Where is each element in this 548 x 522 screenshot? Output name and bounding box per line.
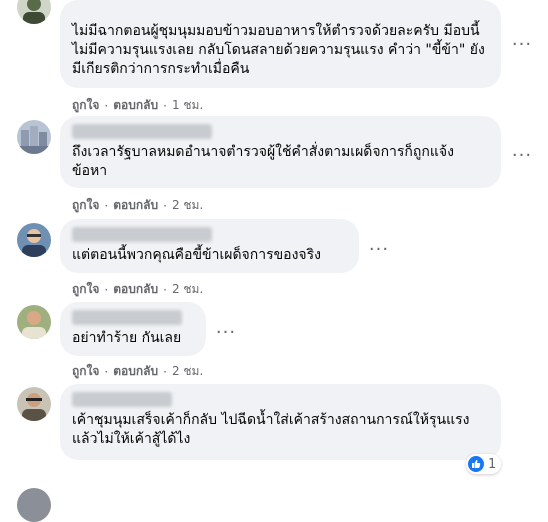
comment-text: อย่าทำร้าย กันเลย (72, 330, 182, 346)
separator-dot: · (163, 282, 167, 297)
like-link[interactable]: ถูกใจ (72, 96, 99, 115)
more-options-icon[interactable]: ··· (212, 318, 240, 346)
avatar[interactable] (17, 223, 51, 257)
separator-dot: · (163, 198, 167, 213)
comment-text: แต่ตอนนี้พวกคุณคือขี้ข้าเผด็จการของจริง (72, 247, 321, 263)
more-options-icon[interactable]: ··· (365, 235, 393, 263)
comment-bubble: เค้าชุมนุมเสร็จเค้าก็กลับ ไปฉีดน้ำใส่เค้… (60, 384, 501, 460)
comment-actions: ถูกใจ · ตอบกลับ · 2 ชม. (72, 362, 203, 381)
comment-text: เค้าชุมนุมเสร็จเค้าก็กลับ ไปฉีดน้ำใส่เค้… (72, 412, 470, 447)
reply-link[interactable]: ตอบกลับ (113, 196, 158, 215)
like-link[interactable]: ถูกใจ (72, 362, 99, 381)
more-options-icon[interactable]: ··· (508, 141, 536, 169)
separator-dot: · (104, 198, 109, 213)
comment-bubble: แต่ตอนนี้พวกคุณคือขี้ข้าเผด็จการของจริง (60, 219, 359, 273)
blurred-author-name[interactable] (72, 392, 172, 407)
avatar[interactable] (17, 120, 51, 154)
like-reaction-icon (468, 456, 484, 472)
reaction-summary[interactable]: 1 (466, 454, 502, 474)
like-link[interactable]: ถูกใจ (72, 280, 99, 299)
timestamp[interactable]: 2 ชม. (172, 280, 203, 299)
like-link[interactable]: ถูกใจ (72, 196, 99, 215)
reply-link[interactable]: ตอบกลับ (113, 96, 158, 115)
separator-dot: · (104, 282, 109, 297)
comment-text: ถึงเวลารัฐบาลหมดอำนาจตำรวจผู้ใช้คำสั่งตา… (72, 144, 454, 179)
more-options-icon[interactable]: ··· (508, 30, 536, 58)
comment-actions: ถูกใจ · ตอบกลับ · 2 ชม. (72, 196, 203, 215)
reply-link[interactable]: ตอบกลับ (113, 362, 158, 381)
comment-actions: ถูกใจ · ตอบกลับ · 2 ชม. (72, 280, 203, 299)
blurred-author-name[interactable] (72, 310, 182, 325)
timestamp[interactable]: 2 ชม. (172, 362, 203, 381)
avatar[interactable] (17, 387, 51, 421)
separator-dot: · (163, 364, 167, 379)
blurred-author-name[interactable] (72, 124, 212, 139)
comment-actions: ถูกใจ · ตอบกลับ · 1 ชม. (72, 96, 203, 115)
separator-dot: · (104, 98, 109, 113)
comment-bubble: ไม่มีฉากตอนผู้ชุมนุมมอบข้าวมอบอาหารให้ตำ… (60, 0, 501, 88)
reply-link[interactable]: ตอบกลับ (113, 280, 158, 299)
comment-bubble: อย่าทำร้าย กันเลย (60, 302, 206, 356)
separator-dot: · (163, 98, 167, 113)
reaction-count: 1 (488, 456, 497, 472)
avatar[interactable] (17, 0, 51, 24)
comment-bubble: ถึงเวลารัฐบาลหมดอำนาจตำรวจผู้ใช้คำสั่งตา… (60, 116, 501, 188)
avatar[interactable] (17, 305, 51, 339)
timestamp[interactable]: 1 ชม. (172, 96, 203, 115)
timestamp[interactable]: 2 ชม. (172, 196, 203, 215)
blurred-author-name[interactable] (72, 227, 212, 242)
separator-dot: · (104, 364, 109, 379)
comment-text: ไม่มีฉากตอนผู้ชุมนุมมอบข้าวมอบอาหารให้ตำ… (72, 23, 485, 77)
avatar[interactable] (17, 488, 51, 522)
